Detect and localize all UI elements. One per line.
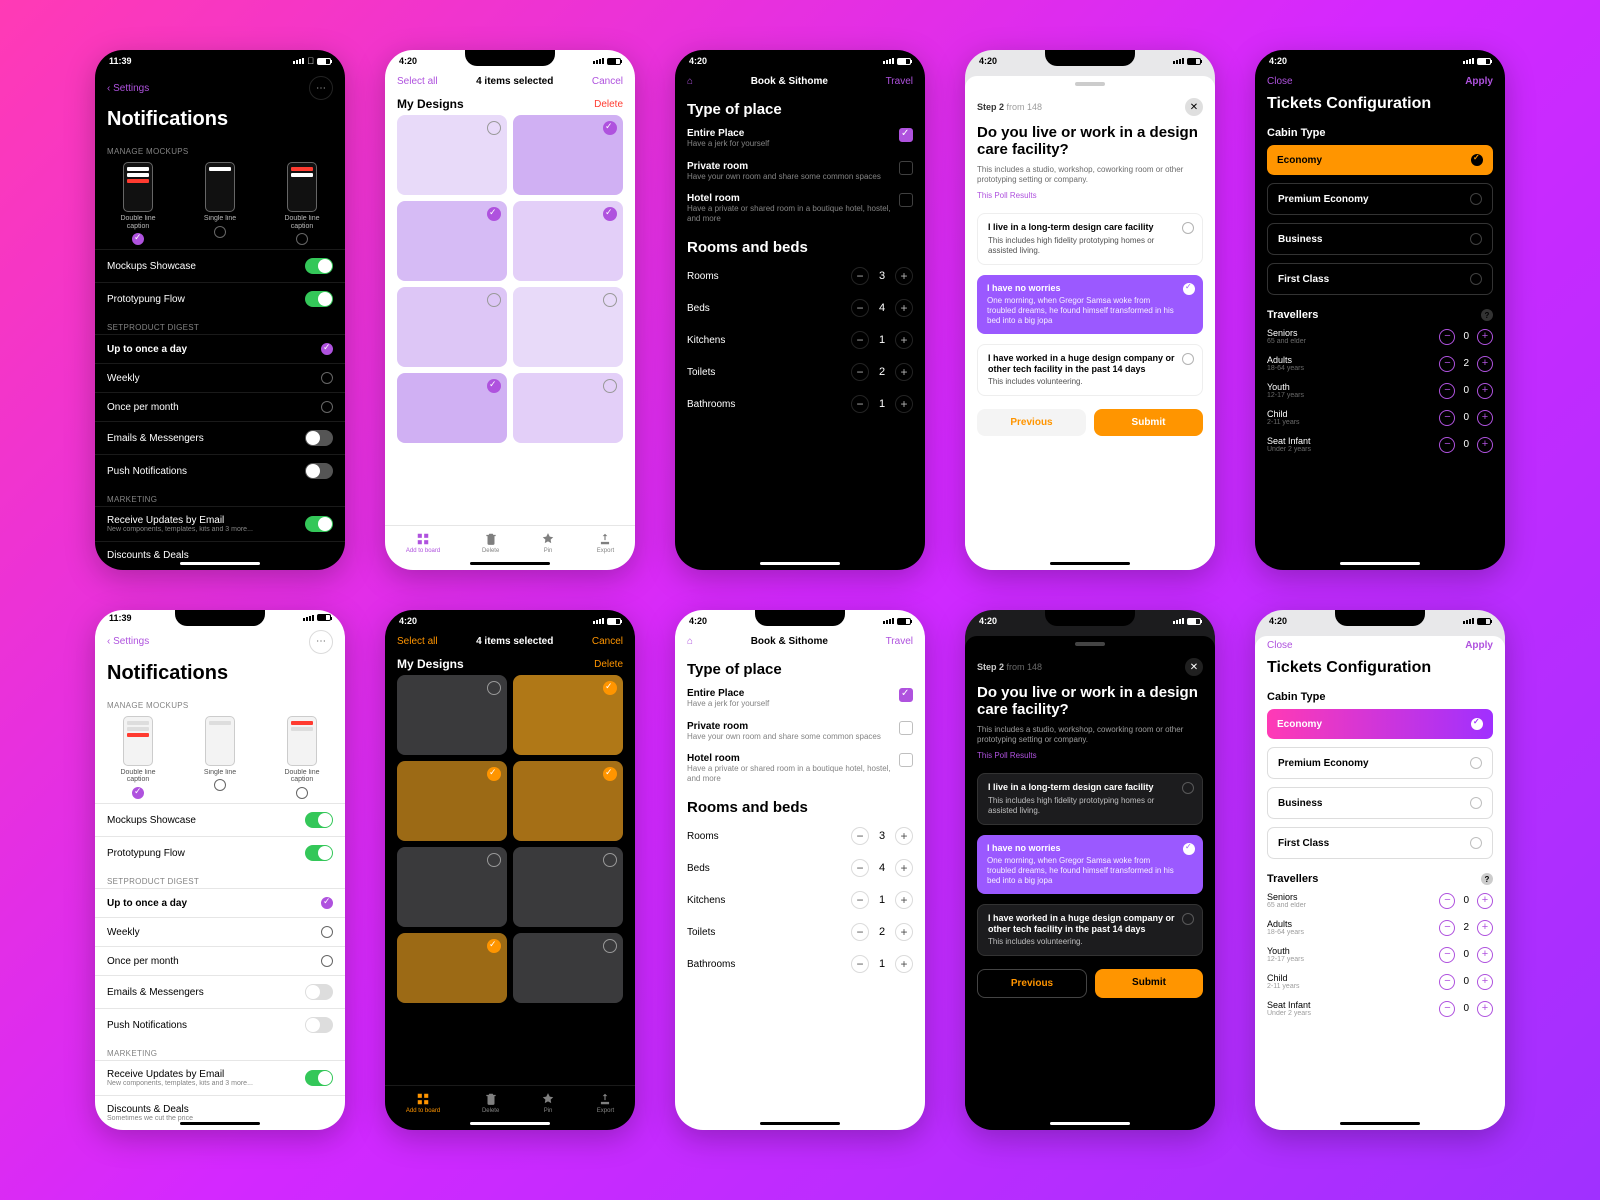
design-card[interactable] xyxy=(513,373,623,443)
apply-button[interactable]: Apply xyxy=(1465,640,1493,651)
toggle[interactable] xyxy=(305,516,333,532)
apply-button[interactable]: Apply xyxy=(1465,76,1493,87)
more-button[interactable]: ⋯ xyxy=(309,630,333,654)
close-button[interactable]: Close xyxy=(1267,640,1293,651)
travel-button[interactable]: Travel xyxy=(886,636,913,647)
travel-button[interactable]: Travel xyxy=(886,76,913,87)
close-button[interactable]: Close xyxy=(1267,76,1293,87)
radio-icon[interactable] xyxy=(132,233,144,245)
submit-button[interactable]: Submit xyxy=(1095,969,1203,998)
phone-designs-dark: 4:20 Select all 4 items selected Cancel … xyxy=(385,610,635,1130)
more-button[interactable]: ⋯ xyxy=(309,76,333,100)
cancel-button[interactable]: Cancel xyxy=(592,636,623,647)
home-icon[interactable]: ⌂ xyxy=(687,76,693,87)
mockup-picker: Double line caption Single line Double l… xyxy=(95,158,345,249)
poll-option[interactable]: I live in a long-term design care facili… xyxy=(977,213,1203,264)
toggle[interactable] xyxy=(305,258,333,274)
phone-poll-light: 4:20 Step 2 from 148✕ Do you live or wor… xyxy=(965,50,1215,570)
radio-icon xyxy=(321,343,333,355)
delete-button[interactable]: Delete xyxy=(594,659,623,670)
phone-designs-light: 4:20 Select all 4 items selected Cancel … xyxy=(385,50,635,570)
phone-tickets-dark: 4:20 Close Apply Tickets Configuration C… xyxy=(1255,50,1505,570)
radio-icon[interactable] xyxy=(214,226,226,238)
toggle[interactable] xyxy=(305,430,333,446)
select-all-button[interactable]: Select all xyxy=(397,636,438,647)
phone-tickets-light: 4:20 Close Apply Tickets Configuration C… xyxy=(1255,610,1505,1130)
tab-add-to-board[interactable]: Add to board xyxy=(406,532,440,554)
poll-option[interactable]: I have worked in a huge design company o… xyxy=(977,344,1203,397)
tab-export[interactable]: Export xyxy=(597,532,614,554)
previous-button[interactable]: Previous xyxy=(977,969,1087,998)
phone-place-light: 4:20 ⌂ Book & Sithome Travel Type of pla… xyxy=(675,610,925,1130)
delete-button[interactable]: Delete xyxy=(594,99,623,110)
design-card[interactable] xyxy=(513,201,623,281)
checkbox-icon xyxy=(899,128,913,142)
info-icon[interactable]: ? xyxy=(1481,309,1493,321)
tab-pin[interactable]: Pin xyxy=(541,532,555,554)
cabin-option[interactable]: Business xyxy=(1267,223,1493,255)
phone-notifications-dark: 11:39 􀙇 ‹ Settings ⋯ Notifications MANAG… xyxy=(95,50,345,570)
design-card[interactable] xyxy=(397,373,507,443)
back-button[interactable]: ‹ Settings xyxy=(107,636,149,647)
cabin-option[interactable]: First Class xyxy=(1267,263,1493,295)
toggle[interactable] xyxy=(305,463,333,479)
cabin-option[interactable]: Economy xyxy=(1267,145,1493,175)
design-card[interactable] xyxy=(397,201,507,281)
phone-notifications-light: 11:39 ‹ Settings ⋯ Notifications MANAGE … xyxy=(95,610,345,1130)
design-card[interactable] xyxy=(513,115,623,195)
radio-icon[interactable] xyxy=(296,233,308,245)
tab-delete[interactable]: Delete xyxy=(482,532,499,554)
design-card[interactable] xyxy=(513,287,623,367)
back-button[interactable]: ‹ Settings xyxy=(107,83,149,94)
close-button[interactable]: ✕ xyxy=(1185,98,1203,116)
design-card[interactable] xyxy=(397,115,507,195)
cabin-option[interactable]: Premium Economy xyxy=(1267,183,1493,215)
poll-results-link[interactable]: This Poll Results xyxy=(965,189,1215,208)
toggle[interactable] xyxy=(305,291,333,307)
design-card[interactable] xyxy=(397,287,507,367)
close-button[interactable]: ✕ xyxy=(1185,658,1203,676)
poll-results-link[interactable]: This Poll Results xyxy=(965,749,1215,768)
checkbox-icon xyxy=(899,193,913,207)
minus-button[interactable]: − xyxy=(851,267,869,285)
cancel-button[interactable]: Cancel xyxy=(592,76,623,87)
plus-button[interactable]: + xyxy=(895,267,913,285)
page-title: Notifications xyxy=(95,104,345,139)
phone-poll-dark: 4:20 Step 2 from 148✕ Do you live or wor… xyxy=(965,610,1215,1130)
poll-option[interactable]: I have no worriesOne morning, when Grego… xyxy=(977,275,1203,334)
checkbox-icon xyxy=(899,161,913,175)
select-all-button[interactable]: Select all xyxy=(397,76,438,87)
previous-button[interactable]: Previous xyxy=(977,409,1086,436)
info-icon[interactable]: ? xyxy=(1481,873,1493,885)
home-icon[interactable]: ⌂ xyxy=(687,636,693,647)
submit-button[interactable]: Submit xyxy=(1094,409,1203,436)
phone-place-dark: 4:20 ⌂ Book & Sithome Travel Type of pla… xyxy=(675,50,925,570)
